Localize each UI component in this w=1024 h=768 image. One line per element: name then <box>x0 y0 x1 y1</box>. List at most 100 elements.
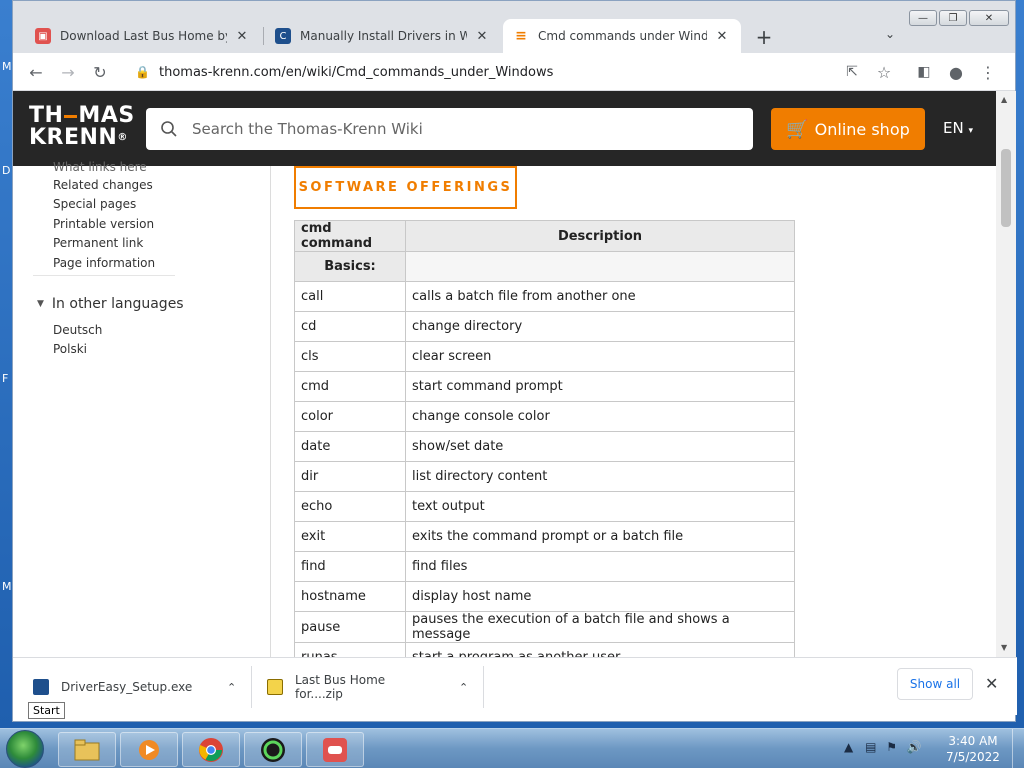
taskbar-app-green[interactable] <box>244 732 302 767</box>
network-icon[interactable]: ▤ <box>865 740 876 754</box>
download-bar: DriverEasy_Setup.exe ⌃ Last Bus Home for… <box>13 657 1017 715</box>
description-cell: pauses the execution of a batch file and… <box>405 611 795 643</box>
taskbar-file-explorer[interactable] <box>58 732 116 767</box>
scroll-down-arrow-icon[interactable]: ▼ <box>1001 643 1007 652</box>
lock-icon: 🔒 <box>135 65 150 79</box>
description-cell: list directory content <box>405 461 795 492</box>
wiki-search-input[interactable]: Search the Thomas-Krenn Wiki <box>146 108 753 150</box>
table-row: pause pauses the execution of a batch fil… <box>294 611 795 643</box>
table-row: call calls a batch file from another one <box>294 281 795 312</box>
tray-arrow-icon[interactable]: ▲ <box>844 740 853 754</box>
tab-search-chevron-icon[interactable]: ⌄ <box>885 27 895 41</box>
zip-file-icon <box>267 679 283 695</box>
table-row: color change console color <box>294 401 795 432</box>
tab-manually-install-drivers[interactable]: C Manually Install Drivers in Windo ✕ <box>265 19 501 53</box>
taskbar-game-app[interactable] <box>306 732 364 767</box>
table-row: dir list directory content <box>294 461 795 492</box>
browser-window: ▣ Download Last Bus Home by maj ✕ C Manu… <box>12 0 1017 722</box>
download-item-last-bus-home[interactable]: Last Bus Home for....zip ⌃ <box>267 666 477 708</box>
column-header-description: Description <box>405 220 795 252</box>
start-button[interactable] <box>6 730 44 768</box>
chrome-icon <box>199 737 223 762</box>
table-row: cd change directory <box>294 311 795 342</box>
clock-date: 7/5/2022 <box>946 750 1000 764</box>
chevron-up-icon[interactable]: ⌃ <box>459 681 468 694</box>
language-selector[interactable]: EN ▾ <box>943 119 973 137</box>
section-empty-cell <box>405 251 795 282</box>
download-separator <box>251 666 252 708</box>
windows-taskbar: ▲ ▤ ⚑ 🔊 3:40 AM 7/5/2022 <box>0 728 1024 768</box>
chevron-up-icon[interactable]: ⌃ <box>227 681 236 694</box>
minimize-button[interactable]: — <box>909 10 937 26</box>
description-cell: start command prompt <box>405 371 795 402</box>
scrollbar-thumb[interactable] <box>1001 149 1011 227</box>
logo-text: KRENN <box>29 125 118 150</box>
sidebar-link-printable-version[interactable]: Printable version <box>53 217 154 231</box>
menu-dots-icon[interactable]: ⋮ <box>977 61 999 83</box>
scroll-up-arrow-icon[interactable]: ▲ <box>1001 95 1007 104</box>
close-download-bar-icon[interactable]: ✕ <box>985 674 998 693</box>
sidebar-link-page-information[interactable]: Page information <box>53 256 155 270</box>
taskbar-media-player[interactable] <box>120 732 178 767</box>
desktop-edge-text: F <box>2 372 9 385</box>
wiki-sidebar: What links here Related changes Special … <box>13 160 271 657</box>
cmd-commands-table: cmd command Description Basics: call call… <box>294 220 795 657</box>
close-icon[interactable]: ✕ <box>473 27 491 45</box>
languages-section-toggle[interactable]: ▼ In other languages <box>37 296 184 312</box>
sidebar-link-permanent-link[interactable]: Permanent link <box>53 236 143 250</box>
page-scrollbar[interactable]: ▲ ▼ <box>996 91 1016 657</box>
tab-last-bus-home[interactable]: ▣ Download Last Bus Home by maj ✕ <box>25 19 261 53</box>
show-desktop-button[interactable] <box>1012 729 1024 768</box>
table-row: date show/set date <box>294 431 795 462</box>
sidebar-link-special-pages[interactable]: Special pages <box>53 197 136 211</box>
table-row: hostname display host name <box>294 581 795 612</box>
logo-bar <box>64 114 78 118</box>
show-all-downloads-button[interactable]: Show all <box>897 668 973 700</box>
window-close-button[interactable]: ✕ <box>969 10 1009 26</box>
tab-cmd-commands[interactable]: ≡ Cmd commands under Windows ✕ <box>503 19 741 53</box>
command-cell: hostname <box>294 581 406 612</box>
action-center-flag-icon[interactable]: ⚑ <box>886 740 897 754</box>
table-header-row: cmd command Description <box>294 220 795 252</box>
close-icon[interactable]: ✕ <box>713 27 731 45</box>
software-offerings-button[interactable]: SOFTWARE OFFERINGS <box>294 166 517 209</box>
sidebar-link-polski[interactable]: Polski <box>53 342 87 356</box>
game-icon: ▣ <box>35 28 51 44</box>
profile-icon[interactable]: ● <box>945 61 967 83</box>
description-cell: show/set date <box>405 431 795 462</box>
game-icon <box>323 737 347 762</box>
window-controls: — ❐ ✕ <box>909 10 1009 26</box>
table-row: cmd start command prompt <box>294 371 795 402</box>
share-icon[interactable]: ⇱ <box>841 61 863 83</box>
reload-icon[interactable]: ↻ <box>89 61 111 83</box>
sidebar-link-deutsch[interactable]: Deutsch <box>53 323 102 337</box>
thomas-krenn-icon: ≡ <box>515 28 527 44</box>
description-cell: exits the command prompt or a batch file <box>405 521 795 552</box>
restore-button[interactable]: ❐ <box>939 10 967 26</box>
back-arrow-icon[interactable]: ← <box>25 61 47 83</box>
side-panel-icon[interactable]: ◧ <box>913 61 935 83</box>
description-cell: display host name <box>405 581 795 612</box>
command-cell: pause <box>294 611 406 643</box>
desktop-edge-text: M <box>2 580 12 593</box>
system-clock[interactable]: 3:40 AM 7/5/2022 <box>944 733 1002 765</box>
search-icon <box>161 121 177 137</box>
description-cell: change directory <box>405 311 795 342</box>
forward-arrow-icon[interactable]: → <box>57 61 79 83</box>
thomas-krenn-logo[interactable]: TH MAS KRENN® <box>29 105 135 149</box>
column-header-command: cmd command <box>294 220 406 252</box>
caret-down-icon: ▼ <box>37 299 44 309</box>
page-viewport: TH MAS KRENN® Search the Thomas-Krenn Wik… <box>13 91 996 657</box>
new-tab-button[interactable]: + <box>753 25 775 49</box>
taskbar-chrome[interactable] <box>182 732 240 767</box>
clock-time: 3:40 AM <box>948 734 998 748</box>
bookmark-star-icon[interactable]: ☆ <box>873 61 895 83</box>
address-bar[interactable]: 🔒 thomas-krenn.com/en/wiki/Cmd_commands_… <box>121 57 897 87</box>
close-icon[interactable]: ✕ <box>233 27 251 45</box>
sidebar-link-related-changes[interactable]: Related changes <box>53 178 153 192</box>
command-cell: echo <box>294 491 406 522</box>
online-shop-button[interactable]: 🛒 Online shop <box>771 108 925 150</box>
volume-icon[interactable]: 🔊 <box>907 740 922 754</box>
command-cell: cmd <box>294 371 406 402</box>
sidebar-link-what-links-here[interactable]: What links here <box>53 160 147 174</box>
